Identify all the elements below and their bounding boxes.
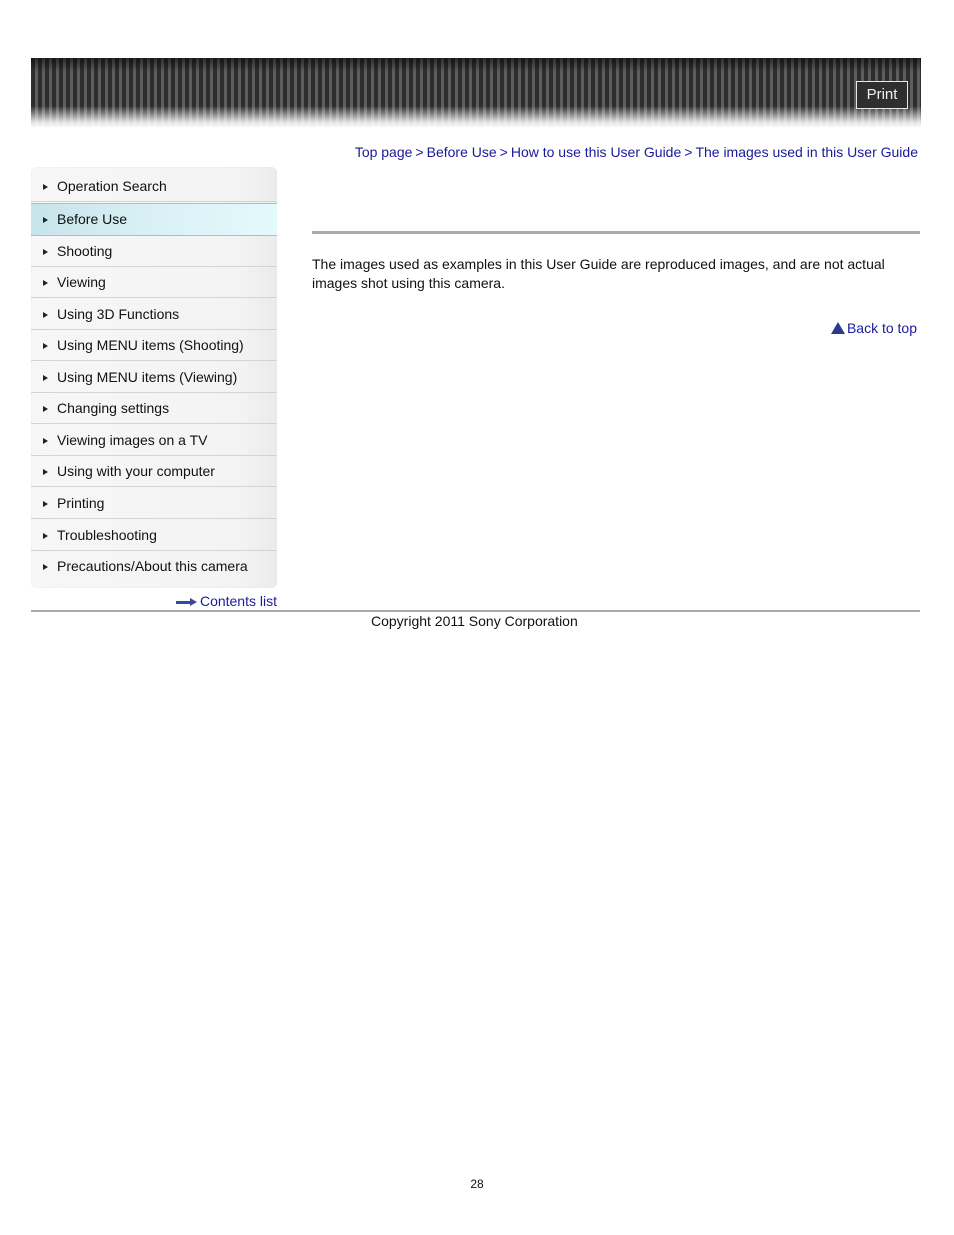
breadcrumb-how-to-use[interactable]: How to use this User Guide — [511, 144, 681, 160]
sidebar-item-viewing-on-tv[interactable]: Viewing images on a TV — [31, 425, 277, 456]
triangle-right-icon — [43, 564, 48, 570]
sidebar-item-operation-search[interactable]: Operation Search — [31, 171, 277, 202]
sidebar-item-label: Viewing — [57, 274, 106, 290]
header-banner — [31, 58, 921, 128]
sidebar-item-label: Troubleshooting — [57, 527, 157, 543]
footer-divider — [31, 610, 920, 612]
sidebar-item-viewing[interactable]: Viewing — [31, 267, 277, 298]
sidebar-item-before-use[interactable]: Before Use — [31, 203, 277, 236]
sidebar-item-label: Viewing images on a TV — [57, 432, 208, 448]
sidebar-item-changing-settings[interactable]: Changing settings — [31, 393, 277, 424]
print-button[interactable]: Print — [856, 81, 908, 109]
triangle-right-icon — [43, 501, 48, 507]
body-text: The images used as examples in this User… — [312, 256, 885, 291]
triangle-right-icon — [43, 438, 48, 444]
sidebar-nav: Operation Search Before Use Shooting Vie… — [31, 167, 277, 588]
sidebar-item-using-with-computer[interactable]: Using with your computer — [31, 456, 277, 487]
sidebar-item-troubleshooting[interactable]: Troubleshooting — [31, 520, 277, 551]
sidebar-item-menu-viewing[interactable]: Using MENU items (Viewing) — [31, 362, 277, 393]
contents-list-label: Contents list — [199, 593, 277, 609]
triangle-right-icon — [43, 469, 48, 475]
back-to-top-link[interactable]: Back to top — [830, 320, 917, 336]
breadcrumb-before-use[interactable]: Before Use — [427, 144, 497, 160]
triangle-right-icon — [43, 375, 48, 381]
sidebar-item-label: Changing settings — [57, 400, 170, 416]
triangle-right-icon — [43, 406, 48, 412]
title-divider — [312, 231, 920, 234]
sidebar-item-printing[interactable]: Printing — [31, 488, 277, 519]
breadcrumb-current-page[interactable]: The images used in this User Guide — [695, 144, 918, 160]
sidebar-item-label: Operation Search — [57, 178, 167, 194]
arrow-right-icon — [175, 597, 198, 607]
sidebar-item-label: Using with your computer — [57, 463, 215, 479]
triangle-up-icon — [830, 322, 845, 334]
breadcrumb-top-page[interactable]: Top page — [355, 144, 413, 160]
contents-list-link[interactable]: Contents list — [175, 593, 277, 609]
sidebar-item-label: Using MENU items (Viewing) — [57, 369, 238, 385]
sidebar-item-label: Using MENU items (Shooting) — [57, 337, 244, 353]
triangle-right-icon — [43, 312, 48, 318]
sidebar-item-using-3d-functions[interactable]: Using 3D Functions — [31, 299, 277, 330]
sidebar-item-label: Shooting — [57, 243, 113, 259]
sidebar-item-precautions[interactable]: Precautions/About this camera — [31, 551, 277, 582]
breadcrumb-separator: > — [499, 144, 508, 160]
sidebar-item-label: Before Use — [57, 211, 128, 227]
sidebar-item-label: Using 3D Functions — [57, 306, 180, 322]
back-to-top-label: Back to top — [846, 320, 917, 336]
triangle-right-icon — [43, 343, 48, 349]
triangle-right-icon — [43, 533, 48, 539]
page-number: 28 — [470, 1177, 484, 1191]
sidebar-item-label: Precautions/About this camera — [57, 558, 248, 574]
triangle-right-icon — [43, 249, 48, 255]
copyright-text: Copyright 2011 Sony Corporation — [371, 613, 578, 629]
sidebar-item-menu-shooting[interactable]: Using MENU items (Shooting) — [31, 330, 277, 361]
breadcrumb-separator: > — [415, 144, 424, 160]
sidebar-item-label: Printing — [57, 495, 105, 511]
breadcrumb: Top page > Before Use > How to use this User… — [355, 144, 918, 160]
breadcrumb-separator: > — [684, 144, 693, 160]
triangle-right-icon — [43, 184, 48, 190]
triangle-right-icon — [43, 217, 48, 223]
triangle-right-icon — [43, 280, 48, 286]
sidebar-item-shooting[interactable]: Shooting — [31, 236, 277, 267]
